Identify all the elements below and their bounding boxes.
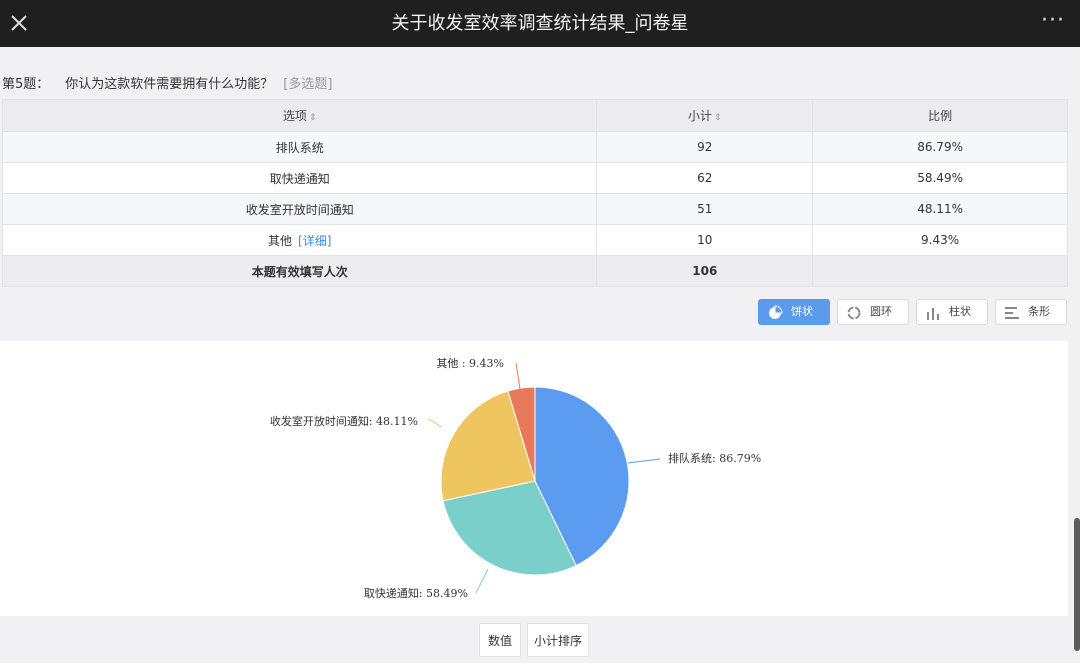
table-row: 取快递通知 62 58.49% [1, 162, 1068, 194]
question-number: 第5题： [2, 77, 50, 92]
label-leader-line [475, 568, 489, 594]
count-cell: 92 [596, 131, 814, 163]
option-header[interactable]: 选项 ⇕ [1, 99, 598, 132]
table-header-row: 选项 ⇕ 小计 ⇕ 比例 [1, 99, 1068, 132]
more-menu-icon[interactable]: ··· [1040, 10, 1066, 36]
pie-chart: 排队系统: 86.79% 取快递通知: 58.49% 收发室开放时间通知: 48.1… [270, 357, 761, 600]
scrollbar[interactable] [1074, 518, 1080, 651]
table-row: 收发室开放时间通知 51 48.11% [1, 193, 1068, 225]
result-table: 选项 ⇕ 小计 ⇕ 比例 排队系统 92 86.79% 取快递通知 62 58.49… [1, 99, 1068, 287]
question-type: [多选题] [283, 77, 333, 92]
ratio-cell: 86.79% [812, 131, 1068, 163]
ratio-cell: 58.49% [812, 162, 1068, 194]
label-leader-line [515, 362, 521, 390]
option-cell: 其他 [详细] [1, 224, 598, 256]
count-cell: 51 [596, 193, 814, 225]
total-label: 本题有效填写人次 [1, 255, 598, 287]
detail-link[interactable]: [详细] [298, 234, 331, 248]
sort-icon[interactable]: ⇕ [714, 113, 722, 123]
total-count: 106 [596, 255, 814, 287]
table-row: 排队系统 92 86.79% [1, 131, 1068, 163]
option-cell: 收发室开放时间通知 [1, 193, 598, 225]
label-leader-line [427, 418, 443, 428]
title-bar: 关于收发室效率调查统计结果_问卷星 ··· [0, 0, 1080, 47]
count-cell: 62 [596, 162, 814, 194]
option-cell: 排队系统 [1, 131, 598, 163]
column-icon [927, 308, 939, 320]
column-chart-button[interactable]: 柱状 [916, 299, 988, 325]
pie-slice-label: 收发室开放时间通知: 48.11% [270, 414, 418, 428]
pie-slice-label: 排队系统: 86.79% [668, 451, 761, 465]
ratio-cell: 48.11% [812, 193, 1068, 225]
count-cell: 10 [596, 224, 814, 256]
value-toggle-button[interactable]: 数值 [479, 623, 521, 657]
question-header: 第5题： 你认为这款软件需要拥有什么功能？ [多选题] [2, 73, 332, 92]
page-title: 关于收发室效率调查统计结果_问卷星 [391, 13, 689, 34]
pie-chart-panel: 排队系统: 86.79% 取快递通知: 58.49% 收发室开放时间通知: 48.1… [0, 341, 1068, 616]
bar-icon [1005, 307, 1019, 319]
pie-chart-button[interactable]: 饼状 [758, 299, 830, 325]
label-leader-line [627, 458, 661, 464]
ratio-header: 比例 [812, 99, 1068, 132]
ratio-cell: 9.43% [812, 224, 1068, 256]
pie-slice-label: 其他 : 9.43% [436, 357, 504, 370]
option-cell: 取快递通知 [1, 162, 598, 194]
empty-cell [812, 255, 1068, 287]
ring-chart-button[interactable]: 圆环 [837, 299, 909, 325]
table-row: 其他 [详细] 10 9.43% [1, 224, 1068, 256]
sort-by-count-button[interactable]: 小计排序 [527, 623, 589, 657]
bar-chart-button[interactable]: 条形 [995, 299, 1067, 325]
question-text: 你认为这款软件需要拥有什么功能？ [65, 77, 274, 92]
pie-slice-label: 取快递通知: 58.49% [364, 586, 468, 600]
chart-type-switcher: 饼状 圆环 柱状 条形 [758, 299, 1069, 327]
pie-icon [769, 305, 783, 319]
ring-icon [847, 306, 861, 320]
count-header[interactable]: 小计 ⇕ [596, 99, 814, 132]
table-footer-row: 本题有效填写人次 106 [1, 255, 1068, 287]
sort-icon[interactable]: ⇕ [309, 113, 317, 123]
